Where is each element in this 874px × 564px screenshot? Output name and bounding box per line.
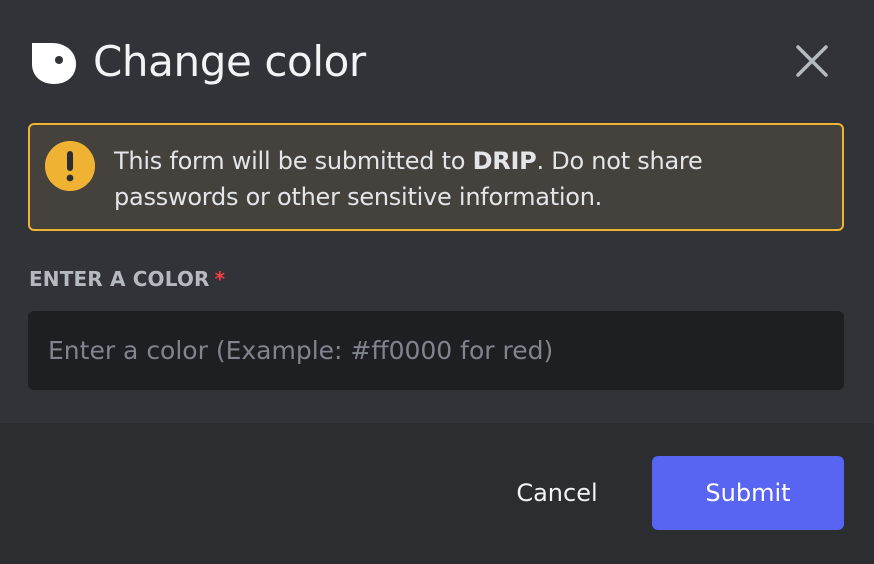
app-avatar-icon xyxy=(32,43,76,84)
exclamation-icon xyxy=(45,141,95,191)
warning-banner: This form will be submitted to DRIP. Do … xyxy=(28,123,844,231)
color-field-label-text: ENTER A COLOR xyxy=(29,267,210,291)
dialog-header: Change color xyxy=(0,0,874,122)
cancel-button[interactable]: Cancel xyxy=(492,456,622,530)
color-field-label: ENTER A COLOR * xyxy=(29,266,225,292)
required-marker: * xyxy=(214,267,226,291)
close-icon xyxy=(796,45,828,77)
change-color-dialog: Change color This form will be submitted… xyxy=(0,0,874,564)
close-button[interactable] xyxy=(792,41,832,81)
dialog-footer: Cancel Submit xyxy=(0,423,874,564)
submit-button[interactable]: Submit xyxy=(652,456,844,530)
warning-message: This form will be submitted to DRIP. Do … xyxy=(114,143,804,215)
dialog-title: Change color xyxy=(93,37,366,86)
color-input[interactable] xyxy=(28,311,844,390)
app-name: DRIP xyxy=(472,147,537,175)
warning-text-before: This form will be submitted to xyxy=(114,147,473,175)
